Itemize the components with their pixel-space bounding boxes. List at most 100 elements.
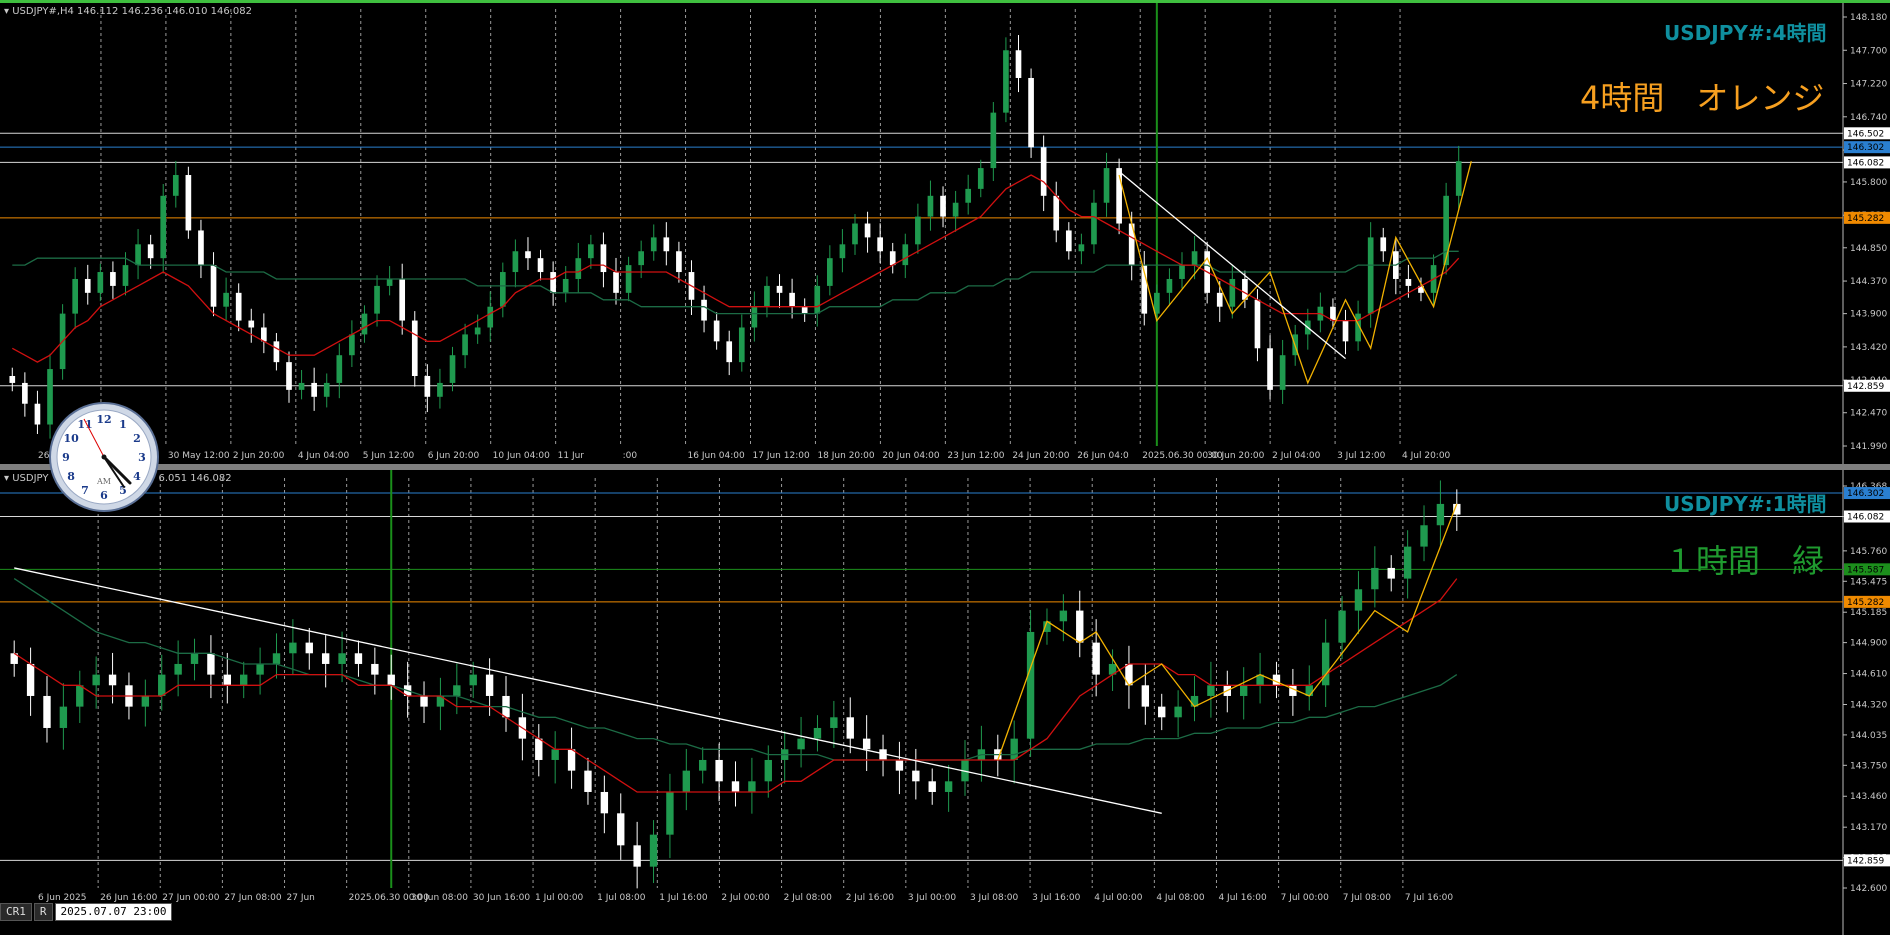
h1-candle-body [371, 663, 379, 675]
h1-candle-body [895, 759, 904, 771]
h4-candle-body [84, 278, 91, 293]
h4-candle-body [927, 195, 934, 217]
h1-chart-svg[interactable]: 6 Jun 2025 26 Jun 16:00 27 Jun 00:00 27 Jun… [0, 470, 1890, 935]
h4-candle-body [248, 320, 255, 328]
h1-level-badge-label: 146.082 [1847, 513, 1884, 523]
h1-y-tick-label: 143.170 [1850, 823, 1887, 833]
h1-y-tick-label: 144.035 [1850, 731, 1887, 741]
h1-candle-body [797, 738, 805, 750]
h1-x-tick-label: 27 Jun [287, 893, 315, 903]
h1-candle-body [862, 738, 871, 750]
h4-x-tick-label: 3 Jul 12:00 [1337, 451, 1386, 461]
h4-x-tick-label: 23 Jun 12:00 [947, 451, 1004, 461]
h4-candle-body [525, 251, 531, 259]
clock-number: 6 [100, 489, 108, 502]
h4-level-badge-label: 146.302 [1847, 143, 1884, 153]
h1-pane-note: １時間 緑 [1664, 542, 1825, 580]
h4-candle-body [801, 306, 808, 314]
h4-candle-body [235, 292, 242, 321]
h1-candle-body [682, 770, 691, 792]
h1-candle-body [158, 674, 166, 696]
h4-candle-body [411, 320, 418, 377]
h4-candle-body [487, 306, 494, 328]
h4-level-badge-label: 146.502 [1847, 129, 1884, 139]
h4-candle-body [713, 320, 720, 342]
h4-candle-body [1065, 230, 1072, 252]
h1-x-tick-label: 7 Jul 00:00 [1281, 893, 1330, 903]
h4-y-tick-label: 144.850 [1850, 244, 1887, 254]
h1-x-tick-label: 2 Jul 00:00 [721, 893, 770, 903]
h4-candle-body [1216, 292, 1223, 307]
h1-candle-body [108, 674, 117, 686]
status-tab-r[interactable]: R [33, 903, 53, 921]
clock-number: 2 [133, 432, 141, 445]
h1-x-tick-label: 2 Jul 08:00 [784, 893, 833, 903]
h4-candle-body [1154, 292, 1160, 314]
h1-candle-body [1387, 567, 1395, 579]
h4-candle-body [9, 376, 16, 383]
h4-candle-body [915, 216, 921, 245]
h4-y-tick-label: 147.700 [1850, 46, 1887, 56]
h1-candle-body [649, 834, 658, 867]
h1-x-tick-label: 1 Jul 00:00 [535, 893, 584, 903]
clock-number: 8 [67, 470, 75, 483]
h4-candle-body [1443, 195, 1449, 266]
h4-candle-body [1229, 278, 1236, 307]
h1-candle-body [256, 663, 264, 675]
h1-candle-body [354, 653, 363, 664]
status-tab-cr1[interactable]: CR1 [0, 903, 32, 921]
h4-x-tick-label: 4 Jun 04:00 [298, 451, 350, 461]
h4-candle-body [437, 382, 443, 397]
clock-number: 4 [133, 470, 141, 483]
h1-candle-body [1371, 567, 1379, 590]
h4-candle-body [122, 265, 129, 286]
h1-x-tick-label: 4 Jul 16:00 [1218, 893, 1267, 903]
h4-candle-body [776, 285, 783, 293]
h4-x-tick-label: 10 Jun 04:00 [493, 451, 550, 461]
h1-y-tick-label: 143.750 [1850, 761, 1887, 771]
h4-candle-body [1078, 244, 1085, 252]
h4-ma-fast [11, 174, 1460, 363]
h1-candle-body [453, 685, 461, 696]
h1-candle-body [1092, 642, 1100, 675]
h1-candle-body [1436, 503, 1445, 526]
h1-y-tick-label: 144.610 [1850, 670, 1887, 680]
h1-y-tick-label: 145.475 [1850, 577, 1887, 587]
clock-number: 9 [62, 451, 70, 464]
h4-candle-body [374, 285, 380, 314]
h1-x-tick-label: 6 Jun 2025 [38, 893, 86, 903]
h4-candle-body [676, 251, 682, 273]
status-datetime: 2025.07.07 23:00 [54, 903, 173, 921]
h1-y-tick-label: 145.760 [1850, 547, 1887, 557]
h4-x-tick-label: 26 Jun 04:0 [1077, 451, 1129, 461]
clock-number: 3 [138, 451, 146, 464]
h4-level-badge-label: 146.082 [1847, 158, 1884, 168]
h4-candle-body [600, 244, 607, 273]
h1-y-tick-label: 142.600 [1850, 884, 1887, 894]
h4-x-tick-label: 16 Jun 04:00 [688, 451, 745, 461]
h1-candle-body [420, 695, 428, 707]
clock-number: 1 [119, 418, 127, 431]
h1-x-tick-label: 4 Jul 00:00 [1094, 893, 1143, 903]
h1-y-tick-label: 145.185 [1850, 608, 1887, 618]
h4-candle-body [349, 334, 355, 356]
h4-candle-body [726, 341, 733, 363]
h4-candle-body [952, 202, 959, 217]
h1-x-tick-label: 30 Jun 08:00 [411, 893, 468, 903]
h4-candle-body [738, 327, 745, 363]
h4-x-tick-label: 5 Jun 12:00 [363, 451, 415, 461]
h4-y-tick-label: 146.740 [1850, 113, 1887, 123]
h1-candle-body [223, 674, 231, 686]
h4-chart-pane[interactable]: 26 May 2004:0030 May 12:002 Jun 20:004 J… [0, 0, 1890, 466]
h1-candle-body [321, 653, 330, 664]
h1-candle-body [387, 674, 395, 686]
h1-chart-pane[interactable]: 6 Jun 2025 26 Jun 16:00 27 Jun 00:00 27 Jun… [0, 470, 1890, 935]
h1-candle-body [190, 653, 199, 664]
h4-x-tick-label: 2 Jun 20:00 [233, 451, 285, 461]
h1-x-tick-label: 1 Jul 16:00 [659, 893, 708, 903]
h1-level-badge-label: 142.859 [1847, 856, 1884, 866]
h4-candle-body [323, 382, 330, 397]
h4-candle-body [575, 258, 582, 279]
h4-candle-body [474, 327, 481, 335]
h1-candle-body [1240, 685, 1248, 696]
